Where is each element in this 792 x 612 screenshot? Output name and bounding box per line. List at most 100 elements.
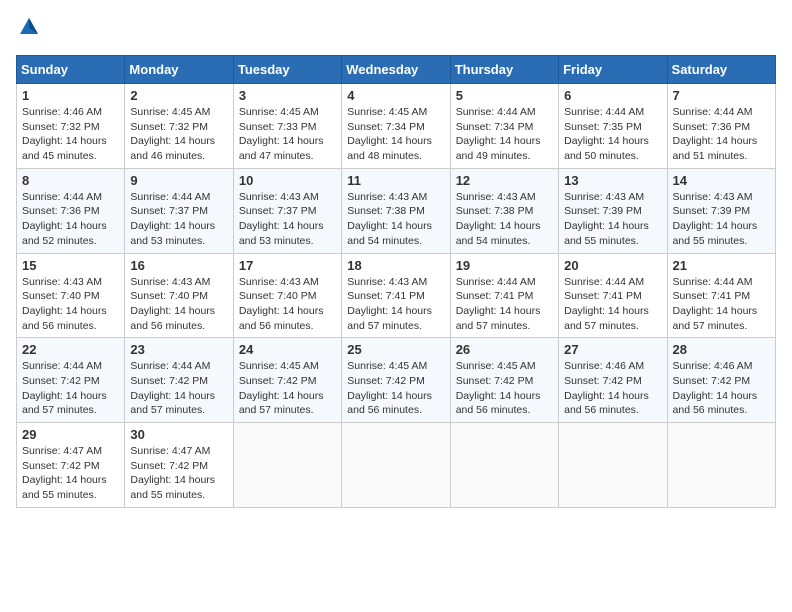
cell-text: Sunrise: 4:46 AMSunset: 7:42 PMDaylight:… (564, 360, 649, 416)
cell-text: Sunrise: 4:44 AMSunset: 7:41 PMDaylight:… (456, 276, 541, 332)
calendar-cell: 27 Sunrise: 4:46 AMSunset: 7:42 PMDaylig… (559, 338, 667, 423)
calendar-cell: 4 Sunrise: 4:45 AMSunset: 7:34 PMDayligh… (342, 84, 450, 169)
calendar-cell: 5 Sunrise: 4:44 AMSunset: 7:34 PMDayligh… (450, 84, 558, 169)
day-number: 13 (564, 173, 661, 188)
day-number: 15 (22, 258, 119, 273)
day-number: 18 (347, 258, 444, 273)
day-number: 6 (564, 88, 661, 103)
day-number: 16 (130, 258, 227, 273)
cell-text: Sunrise: 4:46 AMSunset: 7:32 PMDaylight:… (22, 106, 107, 162)
calendar-week-5: 29 Sunrise: 4:47 AMSunset: 7:42 PMDaylig… (17, 423, 776, 508)
calendar-cell: 6 Sunrise: 4:44 AMSunset: 7:35 PMDayligh… (559, 84, 667, 169)
cell-text: Sunrise: 4:43 AMSunset: 7:41 PMDaylight:… (347, 276, 432, 332)
cell-text: Sunrise: 4:46 AMSunset: 7:42 PMDaylight:… (673, 360, 758, 416)
day-number: 28 (673, 342, 770, 357)
cell-text: Sunrise: 4:43 AMSunset: 7:39 PMDaylight:… (564, 191, 649, 247)
cell-text: Sunrise: 4:43 AMSunset: 7:40 PMDaylight:… (130, 276, 215, 332)
day-number: 27 (564, 342, 661, 357)
day-number: 29 (22, 427, 119, 442)
day-number: 23 (130, 342, 227, 357)
calendar-cell (667, 423, 775, 508)
calendar-cell: 21 Sunrise: 4:44 AMSunset: 7:41 PMDaylig… (667, 253, 775, 338)
calendar-cell: 26 Sunrise: 4:45 AMSunset: 7:42 PMDaylig… (450, 338, 558, 423)
day-number: 12 (456, 173, 553, 188)
cell-text: Sunrise: 4:47 AMSunset: 7:42 PMDaylight:… (22, 445, 107, 501)
day-number: 24 (239, 342, 336, 357)
cell-text: Sunrise: 4:45 AMSunset: 7:42 PMDaylight:… (347, 360, 432, 416)
calendar-cell: 16 Sunrise: 4:43 AMSunset: 7:40 PMDaylig… (125, 253, 233, 338)
calendar-cell: 17 Sunrise: 4:43 AMSunset: 7:40 PMDaylig… (233, 253, 341, 338)
weekday-header-friday: Friday (559, 56, 667, 84)
weekday-header-saturday: Saturday (667, 56, 775, 84)
calendar-week-4: 22 Sunrise: 4:44 AMSunset: 7:42 PMDaylig… (17, 338, 776, 423)
calendar-cell (450, 423, 558, 508)
cell-text: Sunrise: 4:47 AMSunset: 7:42 PMDaylight:… (130, 445, 215, 501)
cell-text: Sunrise: 4:44 AMSunset: 7:41 PMDaylight:… (564, 276, 649, 332)
weekday-header-monday: Monday (125, 56, 233, 84)
cell-text: Sunrise: 4:45 AMSunset: 7:34 PMDaylight:… (347, 106, 432, 162)
logo-icon (18, 16, 40, 38)
day-number: 20 (564, 258, 661, 273)
cell-text: Sunrise: 4:44 AMSunset: 7:42 PMDaylight:… (22, 360, 107, 416)
day-number: 4 (347, 88, 444, 103)
calendar-cell: 22 Sunrise: 4:44 AMSunset: 7:42 PMDaylig… (17, 338, 125, 423)
cell-text: Sunrise: 4:43 AMSunset: 7:40 PMDaylight:… (22, 276, 107, 332)
calendar-cell: 24 Sunrise: 4:45 AMSunset: 7:42 PMDaylig… (233, 338, 341, 423)
day-number: 3 (239, 88, 336, 103)
calendar-cell: 23 Sunrise: 4:44 AMSunset: 7:42 PMDaylig… (125, 338, 233, 423)
logo (16, 16, 40, 43)
calendar-cell: 19 Sunrise: 4:44 AMSunset: 7:41 PMDaylig… (450, 253, 558, 338)
day-number: 21 (673, 258, 770, 273)
cell-text: Sunrise: 4:44 AMSunset: 7:41 PMDaylight:… (673, 276, 758, 332)
calendar-cell: 13 Sunrise: 4:43 AMSunset: 7:39 PMDaylig… (559, 168, 667, 253)
calendar-cell: 10 Sunrise: 4:43 AMSunset: 7:37 PMDaylig… (233, 168, 341, 253)
cell-text: Sunrise: 4:44 AMSunset: 7:34 PMDaylight:… (456, 106, 541, 162)
day-number: 25 (347, 342, 444, 357)
calendar-cell: 3 Sunrise: 4:45 AMSunset: 7:33 PMDayligh… (233, 84, 341, 169)
calendar-cell: 25 Sunrise: 4:45 AMSunset: 7:42 PMDaylig… (342, 338, 450, 423)
calendar-cell (233, 423, 341, 508)
weekday-header-row: SundayMondayTuesdayWednesdayThursdayFrid… (17, 56, 776, 84)
day-number: 14 (673, 173, 770, 188)
cell-text: Sunrise: 4:45 AMSunset: 7:33 PMDaylight:… (239, 106, 324, 162)
day-number: 9 (130, 173, 227, 188)
calendar-cell (342, 423, 450, 508)
cell-text: Sunrise: 4:44 AMSunset: 7:37 PMDaylight:… (130, 191, 215, 247)
day-number: 10 (239, 173, 336, 188)
cell-text: Sunrise: 4:44 AMSunset: 7:35 PMDaylight:… (564, 106, 649, 162)
calendar-cell: 14 Sunrise: 4:43 AMSunset: 7:39 PMDaylig… (667, 168, 775, 253)
calendar-cell: 11 Sunrise: 4:43 AMSunset: 7:38 PMDaylig… (342, 168, 450, 253)
calendar-cell: 28 Sunrise: 4:46 AMSunset: 7:42 PMDaylig… (667, 338, 775, 423)
calendar-cell: 29 Sunrise: 4:47 AMSunset: 7:42 PMDaylig… (17, 423, 125, 508)
calendar-cell: 20 Sunrise: 4:44 AMSunset: 7:41 PMDaylig… (559, 253, 667, 338)
cell-text: Sunrise: 4:43 AMSunset: 7:39 PMDaylight:… (673, 191, 758, 247)
calendar-cell: 7 Sunrise: 4:44 AMSunset: 7:36 PMDayligh… (667, 84, 775, 169)
weekday-header-tuesday: Tuesday (233, 56, 341, 84)
day-number: 5 (456, 88, 553, 103)
calendar-cell: 8 Sunrise: 4:44 AMSunset: 7:36 PMDayligh… (17, 168, 125, 253)
calendar-table: SundayMondayTuesdayWednesdayThursdayFrid… (16, 55, 776, 508)
cell-text: Sunrise: 4:45 AMSunset: 7:32 PMDaylight:… (130, 106, 215, 162)
day-number: 8 (22, 173, 119, 188)
weekday-header-sunday: Sunday (17, 56, 125, 84)
calendar-cell: 15 Sunrise: 4:43 AMSunset: 7:40 PMDaylig… (17, 253, 125, 338)
cell-text: Sunrise: 4:44 AMSunset: 7:36 PMDaylight:… (673, 106, 758, 162)
cell-text: Sunrise: 4:43 AMSunset: 7:38 PMDaylight:… (456, 191, 541, 247)
cell-text: Sunrise: 4:43 AMSunset: 7:40 PMDaylight:… (239, 276, 324, 332)
calendar-cell: 1 Sunrise: 4:46 AMSunset: 7:32 PMDayligh… (17, 84, 125, 169)
calendar-week-1: 1 Sunrise: 4:46 AMSunset: 7:32 PMDayligh… (17, 84, 776, 169)
weekday-header-thursday: Thursday (450, 56, 558, 84)
calendar-cell: 12 Sunrise: 4:43 AMSunset: 7:38 PMDaylig… (450, 168, 558, 253)
day-number: 30 (130, 427, 227, 442)
calendar-week-3: 15 Sunrise: 4:43 AMSunset: 7:40 PMDaylig… (17, 253, 776, 338)
calendar-cell: 30 Sunrise: 4:47 AMSunset: 7:42 PMDaylig… (125, 423, 233, 508)
calendar-cell: 18 Sunrise: 4:43 AMSunset: 7:41 PMDaylig… (342, 253, 450, 338)
calendar-week-2: 8 Sunrise: 4:44 AMSunset: 7:36 PMDayligh… (17, 168, 776, 253)
day-number: 22 (22, 342, 119, 357)
day-number: 7 (673, 88, 770, 103)
calendar-cell: 2 Sunrise: 4:45 AMSunset: 7:32 PMDayligh… (125, 84, 233, 169)
cell-text: Sunrise: 4:45 AMSunset: 7:42 PMDaylight:… (239, 360, 324, 416)
cell-text: Sunrise: 4:43 AMSunset: 7:37 PMDaylight:… (239, 191, 324, 247)
day-number: 17 (239, 258, 336, 273)
day-number: 19 (456, 258, 553, 273)
